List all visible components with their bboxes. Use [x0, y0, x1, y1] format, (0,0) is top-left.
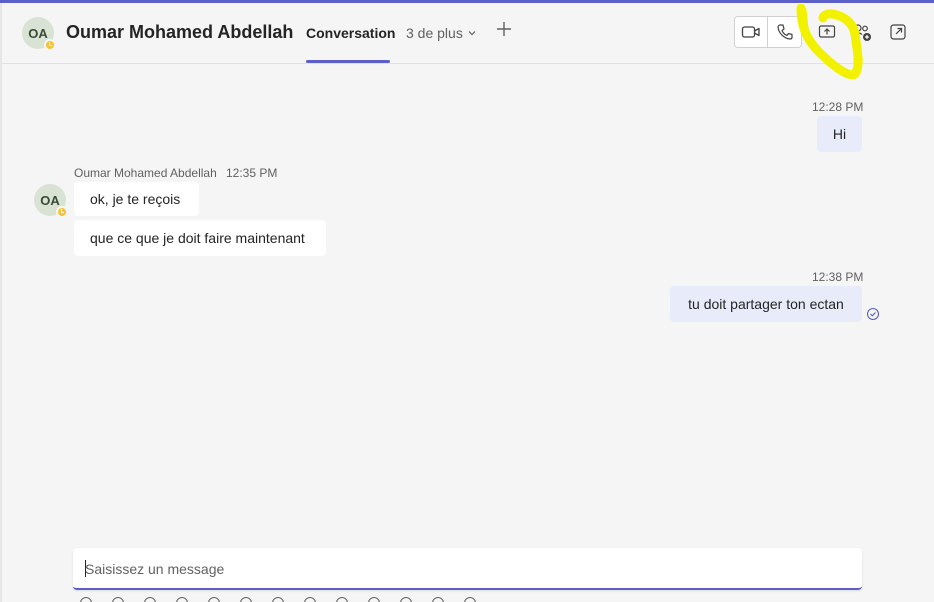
toolbar-icon[interactable]: [400, 597, 412, 602]
toolbar-icon[interactable]: [368, 597, 380, 602]
pop-out-icon: [890, 24, 906, 40]
toolbar-icon[interactable]: [240, 597, 252, 602]
tab-more-label: 3 de plus: [406, 25, 463, 41]
own-message-bubble[interactable]: tu doit partager ton ectan: [670, 286, 862, 322]
compose-box: [73, 548, 862, 590]
sender-avatar[interactable]: OA: [34, 184, 68, 218]
toolbar-icon[interactable]: [176, 597, 188, 602]
message-sender-name: Oumar Mohamed Abdellah: [74, 166, 217, 180]
toolbar-icon[interactable]: [144, 597, 156, 602]
chevron-down-icon: [468, 31, 476, 36]
pop-out-button[interactable]: [882, 16, 914, 48]
compose-toolbar: [80, 596, 860, 602]
audio-call-icon: [776, 24, 793, 40]
incoming-message-bubble[interactable]: ok, je te reçois: [74, 182, 199, 216]
tab-conversation[interactable]: Conversation: [306, 25, 395, 41]
video-call-icon: [741, 26, 760, 38]
text-caret: [85, 560, 86, 577]
contact-avatar[interactable]: OA: [22, 17, 56, 51]
contact-name[interactable]: Oumar Mohamed Abdellah: [66, 22, 293, 43]
avatar-initials: OA: [40, 192, 60, 208]
message-timestamp: 12:38 PM: [812, 270, 864, 284]
seen-check-icon: [866, 307, 880, 321]
add-tab-button[interactable]: [495, 20, 513, 42]
avatar-initials: OA: [28, 25, 48, 41]
away-status-icon: [56, 206, 68, 218]
toolbar-icon[interactable]: [272, 597, 284, 602]
message-timestamp: 12:35 PM: [226, 166, 278, 180]
toolbar-icon[interactable]: [336, 597, 348, 602]
toolbar-icon[interactable]: [208, 597, 220, 602]
toolbar-icon[interactable]: [80, 597, 92, 602]
away-status-icon: [44, 39, 56, 51]
call-button-group: [734, 16, 802, 48]
message-timestamp: 12:28 PM: [812, 100, 864, 114]
left-divider: [0, 3, 2, 602]
plus-icon: [497, 22, 511, 36]
active-tab-indicator: [306, 60, 390, 63]
yellow-annotation-scribble: [796, 4, 863, 80]
toolbar-icon[interactable]: [304, 597, 316, 602]
tab-more-dropdown[interactable]: 3 de plus: [406, 25, 477, 41]
incoming-message-bubble[interactable]: que ce que je doit faire maintenant: [74, 220, 326, 256]
message-input[interactable]: [85, 558, 845, 580]
toolbar-icon[interactable]: [432, 597, 444, 602]
video-call-button[interactable]: [735, 17, 769, 47]
toolbar-icon[interactable]: [464, 597, 476, 602]
toolbar-icon[interactable]: [112, 597, 124, 602]
own-message-bubble[interactable]: Hi: [817, 116, 862, 152]
